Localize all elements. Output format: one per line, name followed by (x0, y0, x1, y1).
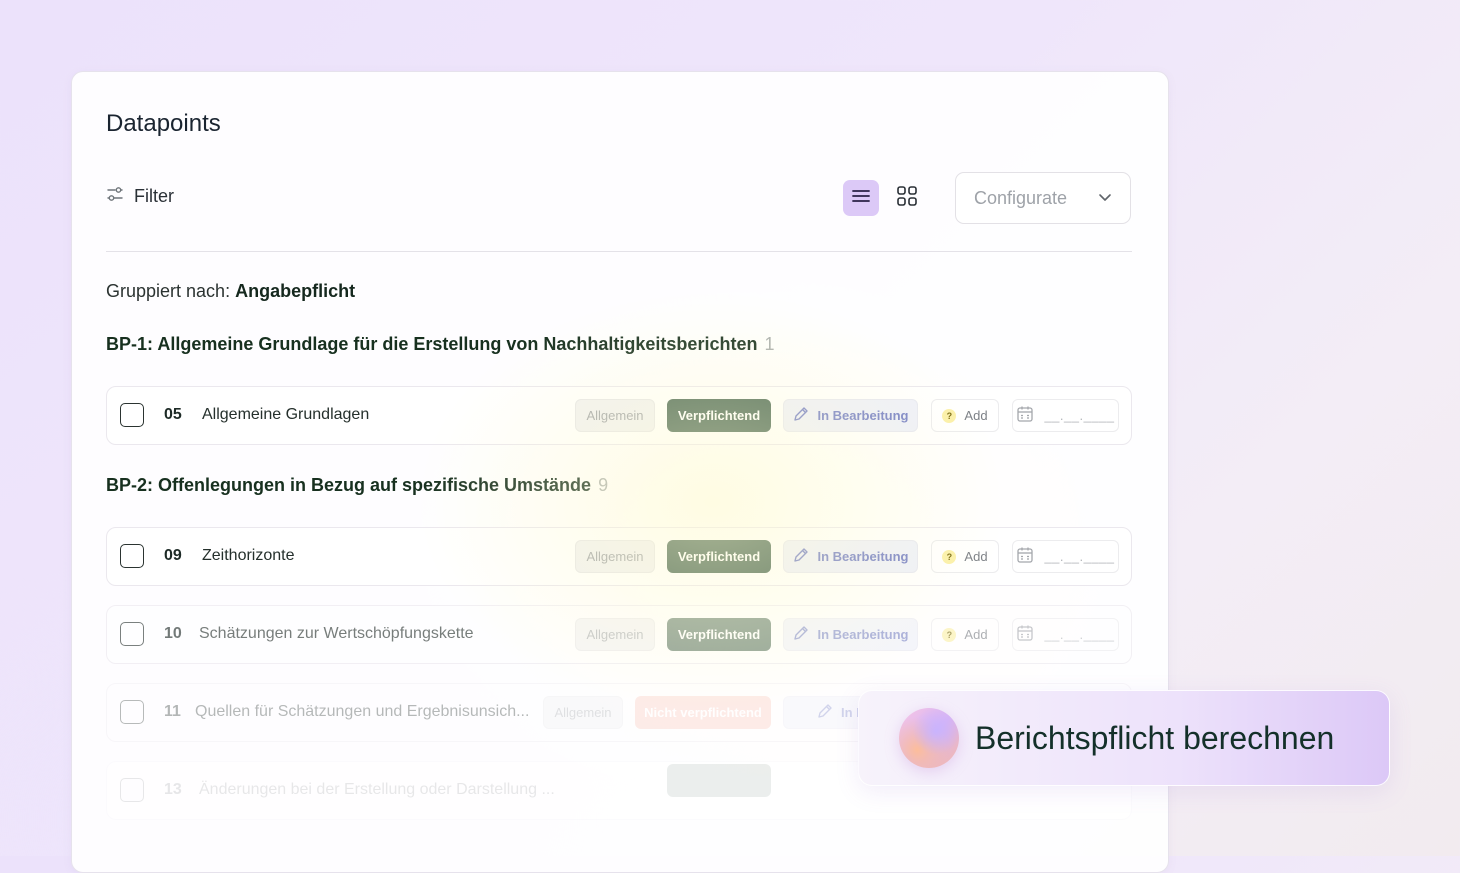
requirement-badge: Verpflichtend (667, 618, 771, 651)
date-value: __.__.____ (1044, 549, 1115, 564)
row-name: Schätzungen zur Wertschöpfungskette (199, 625, 474, 642)
grouping-info: Gruppiert nach: Angabepflicht (106, 281, 355, 302)
filter-label: Filter (134, 186, 174, 206)
question-icon: ? (942, 408, 957, 423)
grid-icon (896, 185, 918, 212)
category-badge: Allgemein (575, 618, 655, 651)
row-number: 11 (164, 703, 181, 720)
row-number: 09 (164, 547, 182, 564)
status-button[interactable]: In Bearbeitung (783, 399, 918, 432)
status-label: In Bearbeitung (817, 549, 909, 564)
add-label: Add (964, 549, 988, 564)
date-field[interactable]: __.__.____ (1012, 399, 1119, 432)
row-checkbox[interactable] (120, 403, 144, 427)
date-field[interactable]: __.__.____ (1012, 618, 1119, 651)
group-title: BP-2: Offenlegungen in Bezug auf spezifi… (106, 475, 592, 495)
question-icon: ? (942, 549, 957, 564)
requirement-badge: Nicht verpflichtend (635, 696, 771, 729)
toolbar-divider (106, 251, 1132, 252)
calendar-icon (1016, 405, 1034, 426)
pencil-icon (792, 546, 810, 567)
requirement-badge (667, 764, 771, 797)
filter-button[interactable]: Filter (106, 185, 174, 208)
page-title: Datapoints (106, 110, 221, 137)
group-heading-bp2: BP-2: Offenlegungen in Bezug auf spezifi… (106, 475, 608, 496)
grouping-value: Angabepflicht (235, 281, 356, 301)
question-icon: ? (942, 627, 957, 642)
row-name: Quellen für Schätzungen und Ergebnisunsi… (195, 703, 530, 720)
filter-icon (106, 185, 124, 208)
date-value: __.__.____ (1044, 627, 1115, 642)
status-label: In Bearbeitung (817, 408, 909, 423)
calendar-icon (1016, 546, 1034, 567)
row-number: 13 (164, 781, 182, 798)
add-button[interactable]: ? Add (931, 540, 999, 573)
add-button[interactable]: ? Add (931, 618, 999, 651)
row-name: Zeithorizonte (202, 547, 295, 564)
table-row[interactable]: 09 Zeithorizonte Allgemein Verpflichtend… (106, 527, 1132, 586)
date-value: __.__.____ (1044, 408, 1115, 423)
group-title: BP-1: Allgemeine Grundlage für die Erste… (106, 334, 758, 354)
category-badge: Allgemein (575, 540, 655, 573)
table-row[interactable]: 05 Allgemeine Grundlagen Allgemein Verpf… (106, 386, 1132, 445)
row-name: Allgemeine Grundlagen (202, 406, 370, 423)
row-checkbox[interactable] (120, 700, 144, 724)
pencil-icon (816, 702, 834, 723)
grid-view-button[interactable] (889, 180, 925, 216)
add-label: Add (964, 627, 988, 642)
list-view-button[interactable] (843, 180, 879, 216)
ai-orb-icon (899, 708, 959, 768)
status-button[interactable]: In Bearbeitung (783, 540, 918, 573)
requirement-badge: Verpflichtend (667, 540, 771, 573)
chevron-down-icon (1098, 188, 1112, 209)
group-count: 9 (598, 475, 609, 495)
row-name: Änderungen bei der Erstellung oder Darst… (199, 781, 555, 798)
configurate-dropdown[interactable]: Configurate (955, 172, 1131, 224)
add-button[interactable]: ? Add (931, 399, 999, 432)
row-checkbox[interactable] (120, 544, 144, 568)
category-badge: Allgemein (543, 696, 623, 729)
calendar-icon (1016, 624, 1034, 645)
add-label: Add (964, 408, 988, 423)
group-heading-bp1: BP-1: Allgemeine Grundlage für die Erste… (106, 334, 775, 355)
row-checkbox[interactable] (120, 778, 144, 802)
calculate-reporting-obligation-button[interactable]: Berichtspflicht berechnen (858, 690, 1390, 786)
category-badge: Allgemein (575, 399, 655, 432)
table-row[interactable]: 10 Schätzungen zur Wertschöpfungskette A… (106, 605, 1132, 664)
date-field[interactable]: __.__.____ (1012, 540, 1119, 573)
requirement-badge: Verpflichtend (667, 399, 771, 432)
row-number: 10 (164, 625, 182, 642)
row-number: 05 (164, 406, 182, 423)
pencil-icon (792, 624, 810, 645)
status-button[interactable]: In Bearbeitung (783, 618, 918, 651)
row-checkbox[interactable] (120, 622, 144, 646)
status-label: In Bearbeitung (817, 627, 909, 642)
pencil-icon (792, 405, 810, 426)
list-icon (851, 186, 871, 211)
configurate-label: Configurate (974, 187, 1068, 208)
grouping-prefix: Gruppiert nach: (106, 281, 231, 301)
toast-label: Berichtspflicht berechnen (975, 719, 1335, 756)
group-count: 1 (764, 334, 775, 354)
